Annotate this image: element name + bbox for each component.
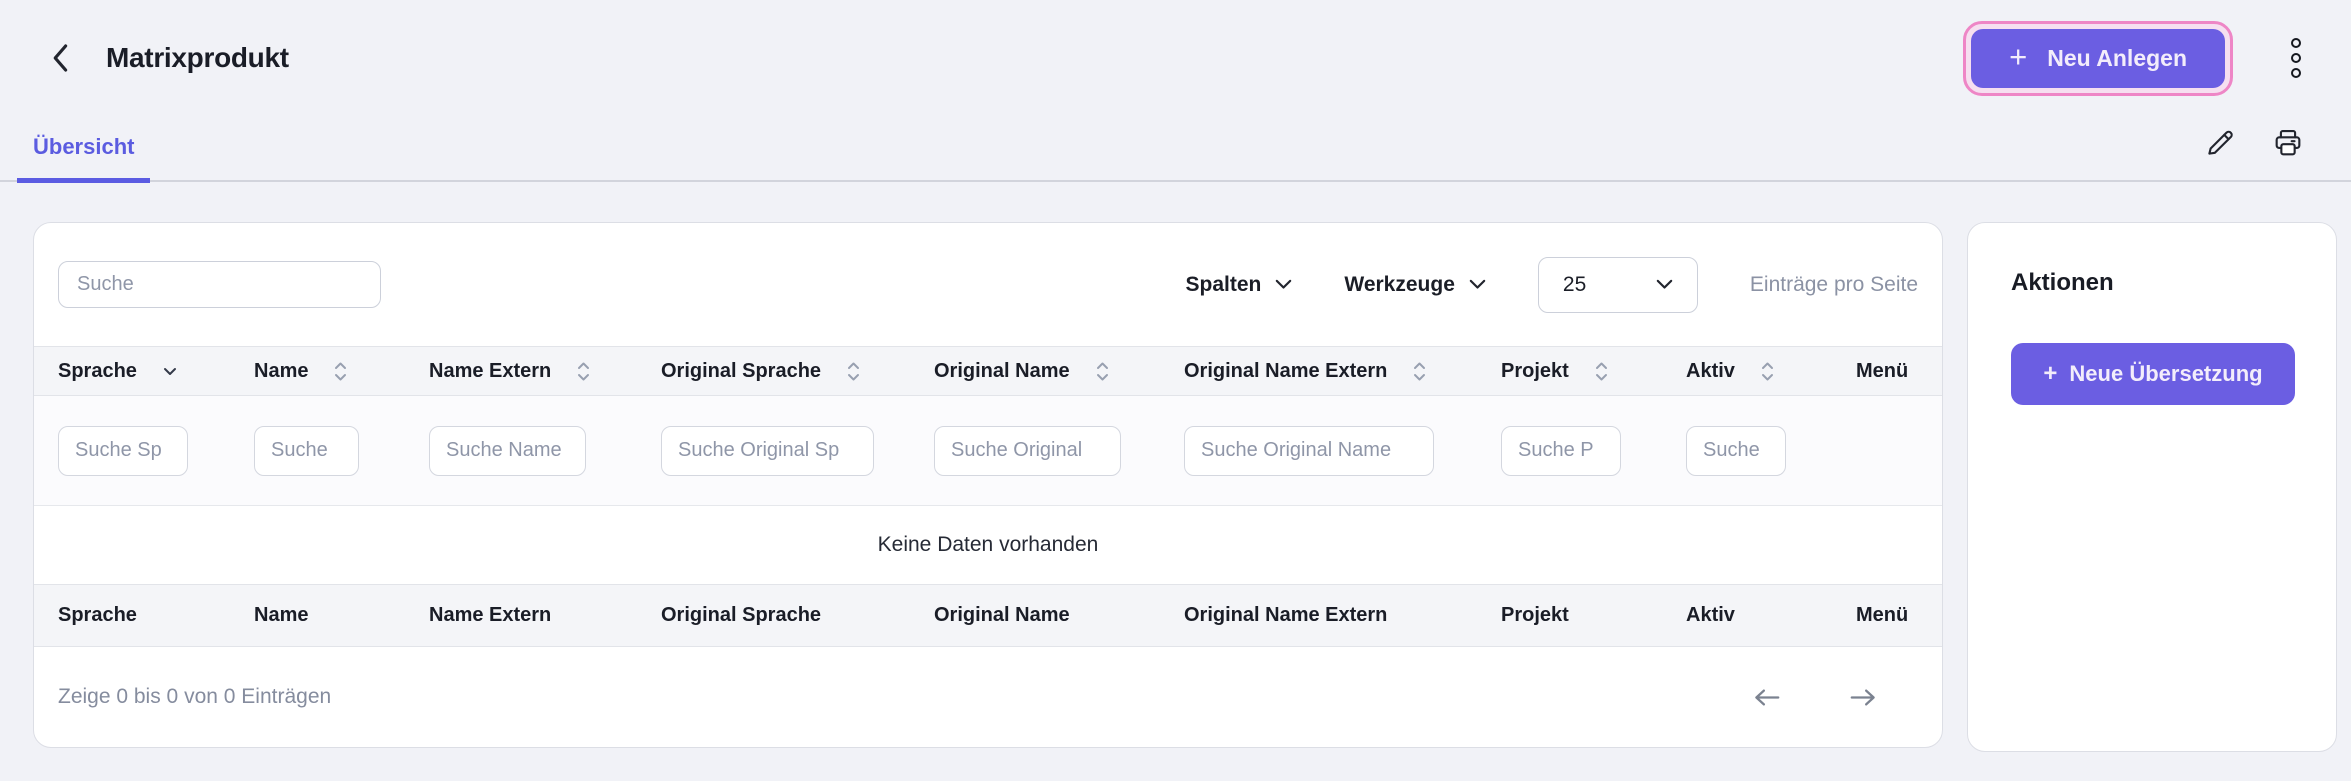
- header-actions: + Neu Anlegen: [1963, 21, 2307, 96]
- sort-up-down-icon: [1413, 361, 1426, 382]
- sort-up-down-icon: [847, 361, 860, 382]
- filter-input-original-sprache[interactable]: [661, 426, 874, 476]
- columns-dropdown-button[interactable]: Spalten: [1186, 273, 1293, 297]
- neue-uebersetzung-button[interactable]: + Neue Übersetzung: [2011, 343, 2295, 405]
- neu-anlegen-button[interactable]: + Neu Anlegen: [1971, 29, 2225, 88]
- footer-col-aktiv: Aktiv: [1662, 585, 1832, 646]
- footer-col-sprache: Sprache: [34, 585, 230, 646]
- table-footer-row: Sprache Name Name Extern Original Sprach…: [34, 584, 1942, 647]
- footer-col-name-extern: Name Extern: [405, 585, 637, 646]
- sort-up-down-icon: [1761, 361, 1774, 382]
- chevron-down-icon: [1275, 279, 1292, 290]
- sort-up-down-icon: [577, 361, 590, 382]
- column-header-menue: Menü: [1832, 347, 1944, 395]
- tab-bar: Übersicht: [0, 110, 2351, 183]
- filter-cell-menue: [1832, 396, 1944, 505]
- actions-panel: Aktionen + Neue Übersetzung: [1967, 222, 2337, 752]
- content-area: Spalten Werkzeuge 25 E: [0, 183, 2351, 752]
- pagination-bar: Zeige 0 bis 0 von 0 Einträgen: [34, 647, 1942, 747]
- page-size-label: Einträge pro Seite: [1750, 273, 1918, 297]
- column-header-original-name[interactable]: Original Name: [910, 347, 1160, 395]
- sort-up-down-icon: [334, 361, 347, 382]
- kebab-dot-icon: [2291, 68, 2301, 78]
- filter-input-sprache[interactable]: [58, 426, 188, 476]
- column-header-projekt[interactable]: Projekt: [1477, 347, 1662, 395]
- filter-input-name-extern[interactable]: [429, 426, 586, 476]
- table-header-row: Sprache Name Name Extern Original Sprach…: [34, 346, 1942, 396]
- filter-input-name[interactable]: [254, 426, 359, 476]
- chevron-down-icon: [1469, 279, 1486, 290]
- actions-panel-title: Aktionen: [2011, 269, 2293, 297]
- column-header-original-sprache[interactable]: Original Sprache: [637, 347, 910, 395]
- footer-col-original-name-extern: Original Name Extern: [1160, 585, 1477, 646]
- chevron-down-icon: [1656, 279, 1673, 290]
- kebab-dot-icon: [2291, 38, 2301, 48]
- page-title: Matrixprodukt: [106, 42, 289, 74]
- sort-up-down-icon: [1096, 361, 1109, 382]
- neue-uebersetzung-label: Neue Übersetzung: [2069, 361, 2262, 387]
- filter-input-projekt[interactable]: [1501, 426, 1621, 476]
- kebab-menu-button[interactable]: [2285, 32, 2307, 84]
- filter-input-aktiv[interactable]: [1686, 426, 1786, 476]
- tab-uebersicht[interactable]: Übersicht: [17, 110, 150, 183]
- previous-page-button[interactable]: [1748, 683, 1786, 712]
- toolbar-right: Spalten Werkzeuge 25 E: [1186, 257, 1918, 313]
- tab-bar-icons: [2201, 124, 2307, 162]
- plus-icon: +: [2043, 362, 2057, 386]
- entries-summary: Zeige 0 bis 0 von 0 Einträgen: [58, 685, 331, 709]
- chevron-down-icon: [163, 367, 177, 376]
- footer-col-name: Name: [230, 585, 405, 646]
- plus-icon: +: [2009, 41, 2027, 72]
- sort-up-down-icon: [1595, 361, 1608, 382]
- filter-input-original-name[interactable]: [934, 426, 1121, 476]
- pagination-arrows: [1748, 683, 1882, 712]
- footer-col-original-name: Original Name: [910, 585, 1160, 646]
- footer-col-menue: Menü: [1832, 585, 1944, 646]
- back-button[interactable]: [44, 36, 76, 80]
- filter-input-original-name-extern[interactable]: [1184, 426, 1434, 476]
- arrow-right-icon: [1848, 687, 1878, 708]
- print-button[interactable]: [2269, 124, 2307, 162]
- kebab-dot-icon: [2291, 53, 2301, 63]
- column-header-name[interactable]: Name: [230, 347, 405, 395]
- new-button-highlight-ring: + Neu Anlegen: [1963, 21, 2233, 96]
- tools-dropdown-button[interactable]: Werkzeuge: [1344, 273, 1486, 297]
- arrow-left-icon: [1752, 687, 1782, 708]
- column-header-name-extern[interactable]: Name Extern: [405, 347, 637, 395]
- neu-anlegen-label: Neu Anlegen: [2047, 45, 2187, 72]
- page-header: Matrixprodukt + Neu Anlegen: [0, 0, 2351, 110]
- column-header-sprache[interactable]: Sprache: [34, 347, 230, 395]
- page-size-select[interactable]: 25: [1538, 257, 1698, 313]
- table-toolbar: Spalten Werkzeuge 25 E: [34, 223, 1942, 346]
- printer-icon: [2271, 126, 2305, 160]
- footer-col-original-sprache: Original Sprache: [637, 585, 910, 646]
- footer-col-projekt: Projekt: [1477, 585, 1662, 646]
- chevron-left-icon: [50, 42, 70, 74]
- next-page-button[interactable]: [1844, 683, 1882, 712]
- pencil-icon: [2203, 126, 2237, 160]
- column-header-original-name-extern[interactable]: Original Name Extern: [1160, 347, 1477, 395]
- edit-button[interactable]: [2201, 124, 2239, 162]
- table-filter-row: [34, 396, 1942, 506]
- search-input[interactable]: [58, 261, 381, 308]
- table-card: Spalten Werkzeuge 25 E: [33, 222, 1943, 748]
- empty-state-text: Keine Daten vorhanden: [34, 506, 1942, 584]
- column-header-aktiv[interactable]: Aktiv: [1662, 347, 1832, 395]
